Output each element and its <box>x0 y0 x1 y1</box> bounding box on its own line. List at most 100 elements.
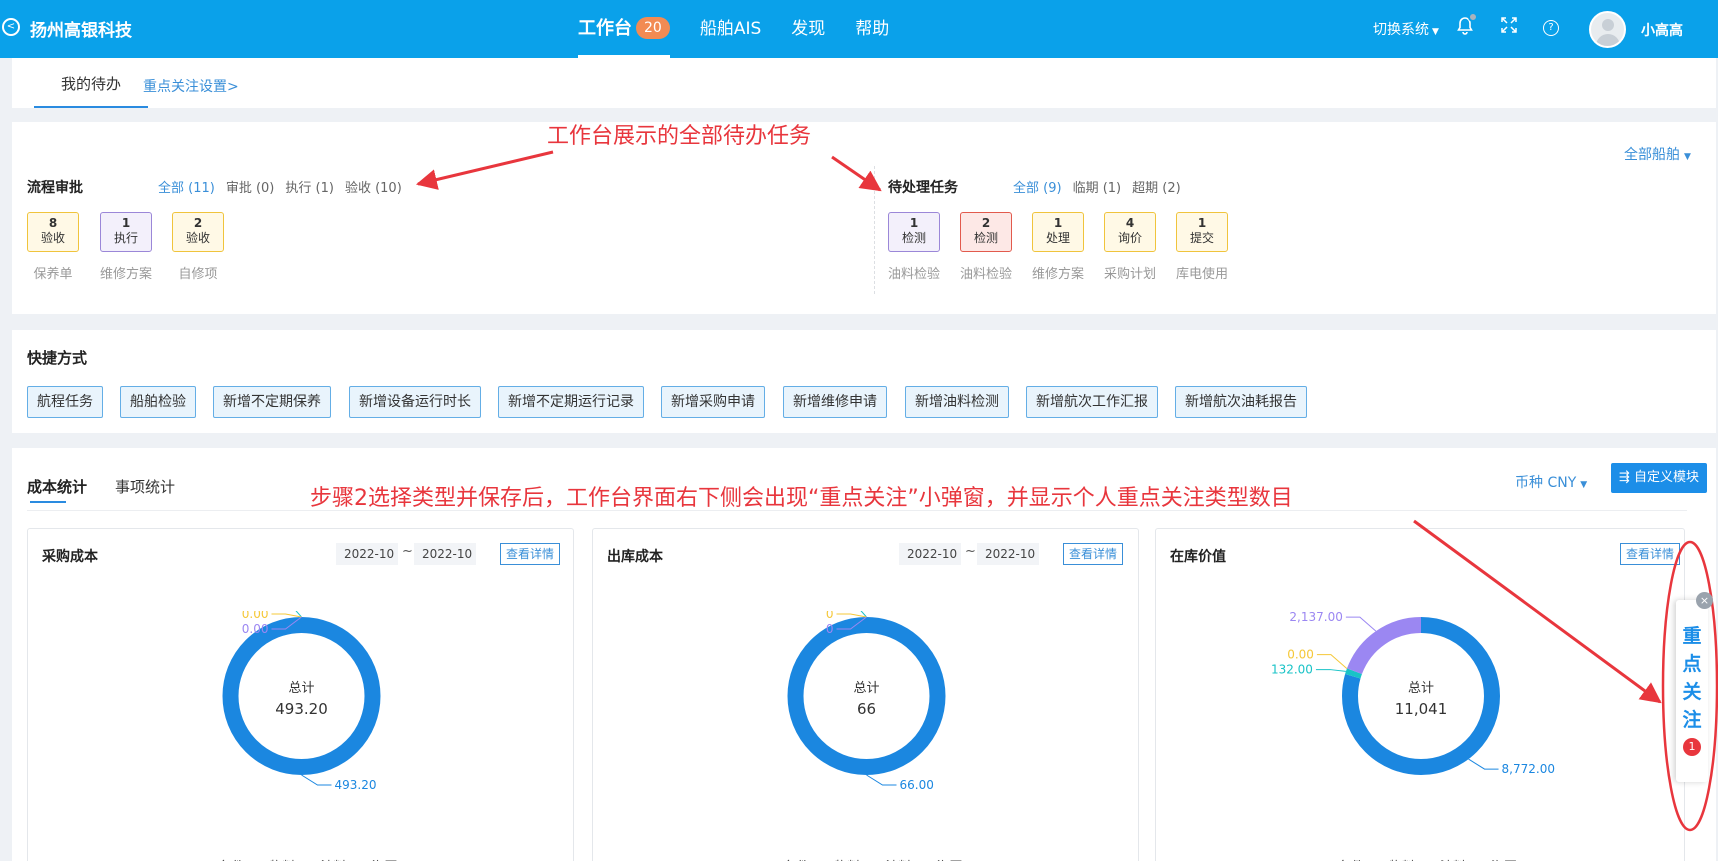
task-count: 4 <box>1125 216 1135 230</box>
bell-icon[interactable] <box>1456 12 1478 37</box>
task-count: 1 <box>121 216 131 230</box>
legend-item[interactable]: 物料 <box>819 856 860 861</box>
pending-task-box[interactable]: 1 处理 <box>1032 212 1084 252</box>
legend-item[interactable]: 油料 <box>1425 856 1466 861</box>
key-focus-label: 重点关注 <box>1682 625 1702 731</box>
quick-add-repair-button[interactable]: 新增维修申请 <box>783 386 887 418</box>
leader-line <box>1468 758 1499 770</box>
task-label: 维修方案 <box>1031 267 1084 282</box>
approval-filter-approve[interactable]: 审批 (0) <box>226 177 275 196</box>
date-to-input[interactable]: 2022-10 <box>977 543 1039 565</box>
section-divider <box>874 166 875 294</box>
slice-value-label: 0.00 <box>1287 648 1314 662</box>
nav-help[interactable]: 帮助 <box>855 0 889 58</box>
inventory-value-card: 在库价值 查看详情 总计 11,041 8,772.00 2,137.00 0.00 13… <box>1155 528 1685 861</box>
tab-cost-stats[interactable]: 成本统计 <box>27 476 87 503</box>
nav-ship-ais[interactable]: 船舶AIS <box>700 0 761 58</box>
quick-voyage-task-button[interactable]: 航程任务 <box>27 386 103 418</box>
quick-add-oil-test-button[interactable]: 新增油料检测 <box>905 386 1009 418</box>
quick-add-runtime-button[interactable]: 新增设备运行时长 <box>349 386 481 418</box>
switch-system-dropdown[interactable]: 切换系统 ▼ <box>1373 19 1439 39</box>
pending-task-box[interactable]: 2 检测 <box>960 212 1012 252</box>
custom-module-button[interactable]: ⇶ 自定义模块 <box>1611 463 1707 493</box>
help-icon[interactable]: ? <box>1543 20 1559 36</box>
task-type: 检测 <box>973 231 998 245</box>
donut-slice-备件 <box>222 617 381 775</box>
legend-item[interactable]: 海图 <box>922 856 963 861</box>
date-to-input[interactable]: 2022-10 <box>414 543 476 565</box>
legend-item[interactable]: 备件 <box>203 856 244 861</box>
legend-item[interactable]: 海图 <box>357 856 398 861</box>
task-label: 自修项 <box>178 267 218 282</box>
task-count: 2 <box>981 216 991 230</box>
leader-line <box>301 774 332 786</box>
task-count: 1 <box>909 216 919 230</box>
leader-line <box>1345 616 1377 632</box>
slice-value-label: 132.00 <box>1271 663 1313 677</box>
chart-legend: 备件 物料 油料 海图 <box>28 856 573 861</box>
task-label: 维修方案 <box>99 267 152 282</box>
quick-add-maintenance-button[interactable]: 新增不定期保养 <box>213 386 331 418</box>
donut-total-label: 总计 <box>1408 681 1434 696</box>
main-nav: 工作台 20 船舶AIS 发现 帮助 <box>578 0 919 58</box>
back-icon[interactable]: < <box>2 18 20 36</box>
slice-value-label: 8,772.00 <box>1502 762 1555 776</box>
pending-filter-near-due[interactable]: 临期 (1) <box>1073 177 1122 196</box>
tab-my-todo[interactable]: 我的待办 <box>34 58 148 108</box>
pending-filter-overdue[interactable]: 超期 (2) <box>1132 177 1181 196</box>
quick-add-fuel-report-button[interactable]: 新增航次油耗报告 <box>1175 386 1307 418</box>
legend-item[interactable]: 油料 <box>871 856 912 861</box>
approval-task-box[interactable]: 8 验收 <box>27 212 79 252</box>
pending-task-box[interactable]: 1 提交 <box>1176 212 1228 252</box>
nav-workbench[interactable]: 工作台 20 <box>578 0 670 58</box>
brand-name: 扬州高银科技 <box>30 21 132 41</box>
top-bar: < 扬州高银科技 工作台 20 船舶AIS 发现 帮助 切换系统 ▼ ? 小高高 <box>0 0 1718 58</box>
slice-value-label: 66.00 <box>900 778 934 792</box>
nav-discover[interactable]: 发现 <box>791 0 825 58</box>
legend-item[interactable]: 备件 <box>768 856 809 861</box>
legend-item[interactable]: 物料 <box>1374 856 1415 861</box>
avatar[interactable] <box>1589 11 1626 48</box>
donut-chart: 总计493.20493.200.000.000.00 <box>222 611 381 792</box>
close-icon[interactable]: × <box>1696 592 1713 609</box>
workbench-count-badge: 20 <box>636 17 670 39</box>
pending-title: 待处理任务 <box>888 180 958 196</box>
slice-value-label: 0 <box>826 622 834 636</box>
currency-label: 币种 CNY <box>1515 475 1577 491</box>
approval-filter-all[interactable]: 全部 (11) <box>158 177 215 196</box>
task-label: 库电使用 <box>1175 267 1228 282</box>
quick-add-voyage-report-button[interactable]: 新增航次工作汇报 <box>1026 386 1158 418</box>
pending-filter-all[interactable]: 全部 (9) <box>1013 177 1062 196</box>
legend-item[interactable]: 备件 <box>1323 856 1364 861</box>
view-details-button[interactable]: 查看详情 <box>500 543 560 565</box>
approval-task-box[interactable]: 1 执行 <box>100 212 152 252</box>
task-count: 2 <box>193 216 203 230</box>
legend-item[interactable]: 油料 <box>306 856 347 861</box>
view-details-button[interactable]: 查看详情 <box>1620 543 1680 565</box>
approval-task-box[interactable]: 2 验收 <box>172 212 224 252</box>
quick-add-run-record-button[interactable]: 新增不定期运行记录 <box>498 386 644 418</box>
focus-settings-link[interactable]: 重点关注设置> <box>143 76 239 96</box>
task-type: 检测 <box>901 231 926 245</box>
all-ships-dropdown[interactable]: 全部船舶 ▼ <box>1624 144 1691 164</box>
pending-task-box[interactable]: 4 询价 <box>1104 212 1156 252</box>
fullscreen-icon[interactable] <box>1500 17 1518 37</box>
approval-filter-execute[interactable]: 执行 (1) <box>285 177 334 196</box>
legend-item[interactable]: 海图 <box>1476 856 1517 861</box>
date-from-input[interactable]: 2022-10 <box>899 543 961 565</box>
legend-item[interactable]: 物料 <box>254 856 295 861</box>
pending-task-box[interactable]: 1 检测 <box>888 212 940 252</box>
quick-ship-inspection-button[interactable]: 船舶检验 <box>120 386 196 418</box>
currency-dropdown[interactable]: 币种 CNY ▼ <box>1515 472 1587 492</box>
tab-item-stats[interactable]: 事项统计 <box>115 476 175 497</box>
quick-add-purchase-button[interactable]: 新增采购申请 <box>661 386 765 418</box>
sliders-icon: ⇶ <box>1618 470 1634 485</box>
slice-value-label: 0 <box>826 611 834 621</box>
date-from-input[interactable]: 2022-10 <box>336 543 398 565</box>
date-range-separator: ~ <box>402 544 413 559</box>
approval-filter-accept[interactable]: 验收 (10) <box>345 177 402 196</box>
username[interactable]: 小高高 <box>1641 20 1683 40</box>
view-details-button[interactable]: 查看详情 <box>1063 543 1123 565</box>
key-focus-popup[interactable]: 重点关注 1 <box>1676 600 1708 782</box>
leader-line <box>271 613 302 618</box>
